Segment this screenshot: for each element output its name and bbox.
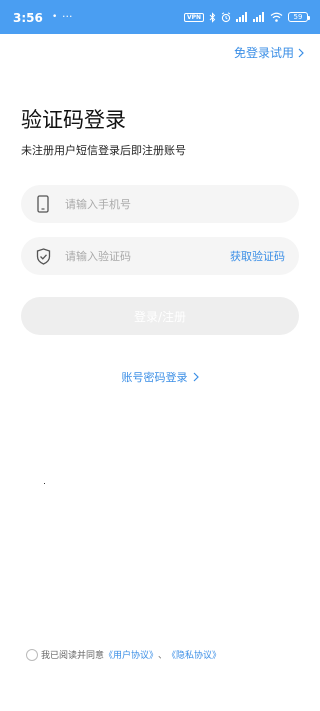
alarm-icon [221, 11, 231, 22]
password-login-label: 账号密码登录 [121, 371, 188, 384]
agreement-separator: 、 [158, 651, 168, 661]
phone-icon [21, 195, 65, 213]
status-icons: VPN 59 [183, 11, 310, 23]
trial-label: 免登录试用 [233, 46, 294, 60]
shield-check-icon [21, 247, 65, 265]
status-bar: 3:56 • ··· VPN 59 [0, 0, 320, 34]
agreement-prefix: 我已阅读并同意 [41, 651, 105, 661]
signal-1-icon [236, 12, 247, 22]
phone-input[interactable] [65, 185, 299, 223]
privacy-policy-link[interactable]: 《隐私协议》 [167, 648, 221, 661]
trial-without-login-link[interactable]: 免登录试用 [234, 44, 304, 61]
chevron-right-icon [193, 372, 199, 382]
wifi-icon [270, 12, 283, 22]
phone-field[interactable] [21, 185, 299, 223]
agreement-checkbox[interactable] [26, 648, 38, 661]
login-register-button[interactable]: 登录/注册 [21, 297, 299, 335]
battery-icon: 59 [288, 12, 310, 22]
signal-2-icon [253, 12, 264, 22]
notification-icon: • [52, 12, 58, 22]
chevron-right-icon [298, 48, 304, 57]
code-field[interactable]: 获取验证码 [21, 237, 299, 275]
user-agreement-link[interactable]: 《用户协议》 [104, 648, 158, 661]
get-code-button[interactable]: 获取验证码 [230, 248, 299, 264]
code-input[interactable] [65, 237, 230, 275]
bluetooth-icon [209, 11, 216, 23]
stray-dot [44, 483, 45, 484]
vpn-icon: VPN [183, 12, 204, 22]
status-time: 3:56 [13, 11, 43, 25]
more-notifications-icon: ··· [62, 10, 73, 23]
password-login-link[interactable]: 账号密码登录 [0, 369, 320, 385]
agreement-row: 我已阅读并同意 《用户协议》 、 《隐私协议》 [26, 648, 221, 661]
page-title: 验证码登录 [21, 108, 126, 132]
page-subtitle: 未注册用户短信登录后即注册账号 [21, 144, 186, 157]
